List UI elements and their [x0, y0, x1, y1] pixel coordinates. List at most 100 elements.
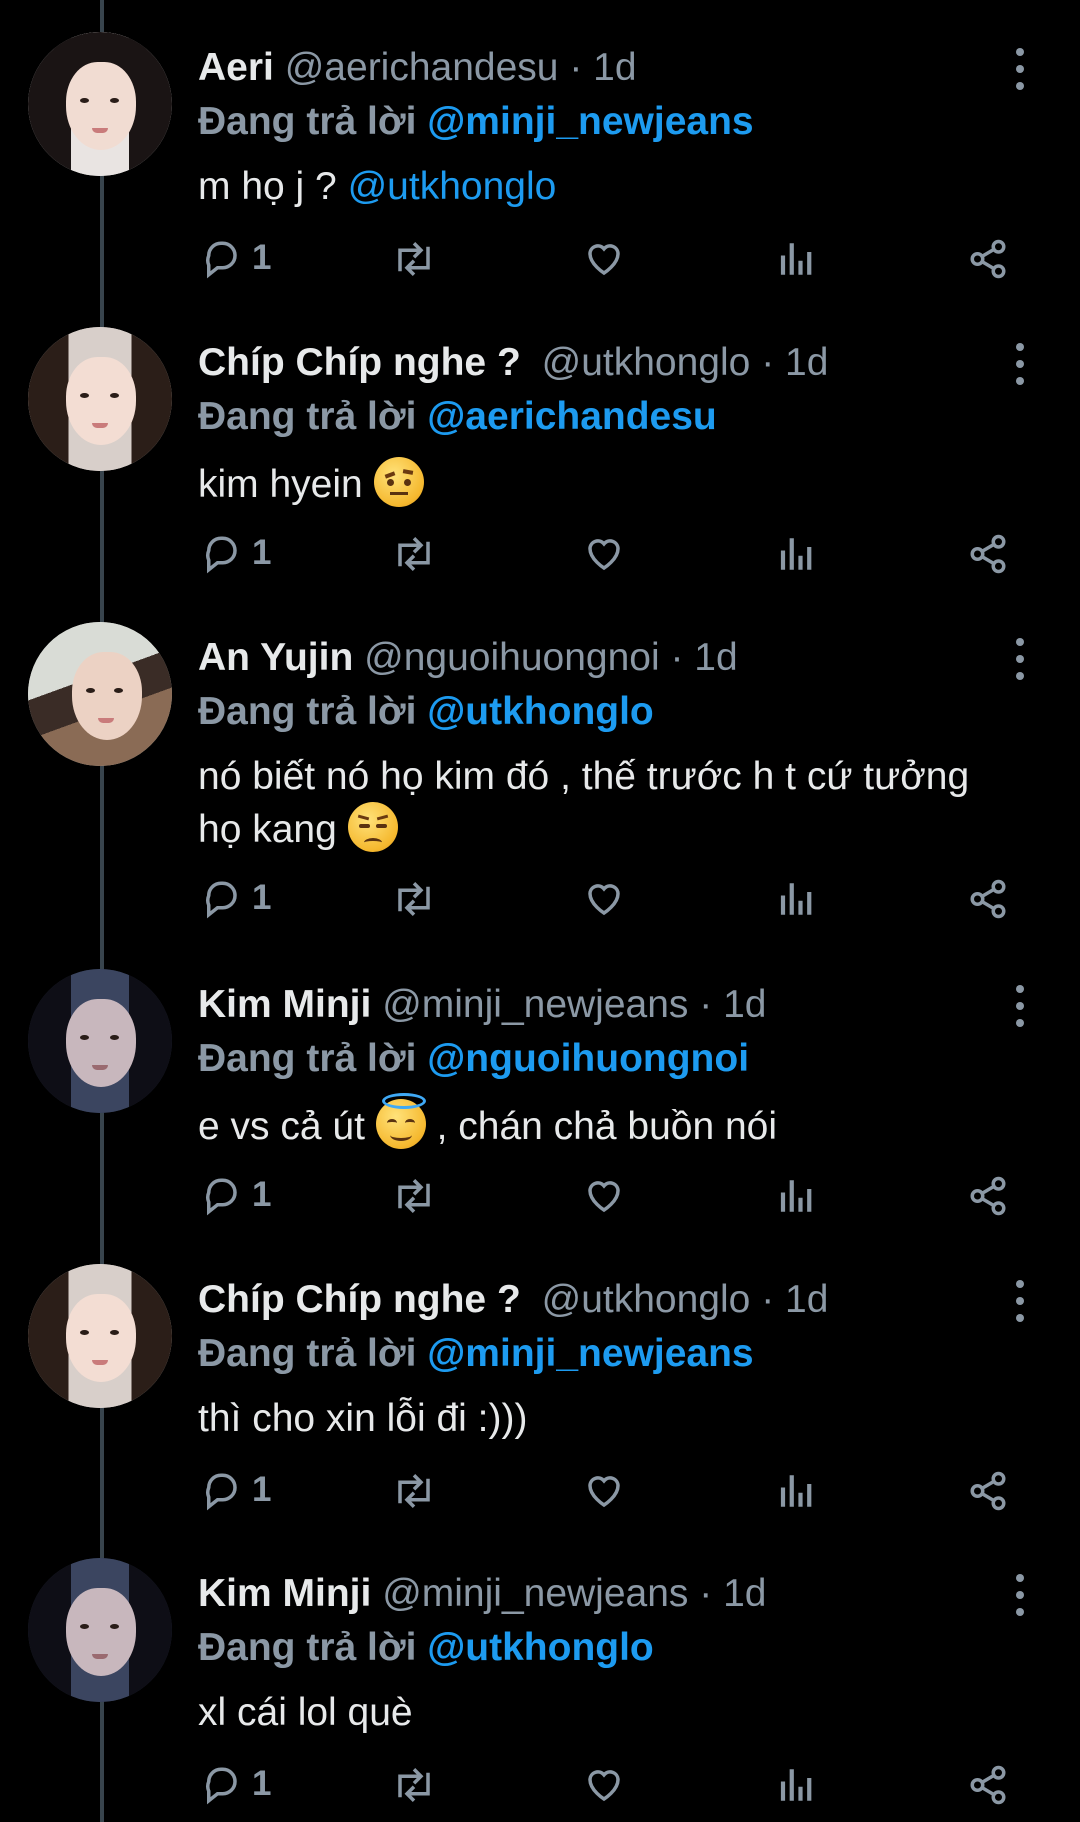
like-button[interactable]: [582, 529, 642, 579]
like-button[interactable]: [582, 874, 642, 924]
share-icon: [970, 534, 1006, 574]
retweet-button[interactable]: [390, 1171, 450, 1221]
tweet-item[interactable]: Chíp Chíp nghe ? @utkhonglo · 1d Đang tr…: [0, 311, 1080, 607]
tweet-item[interactable]: Kim Minji @minji_newjeans · 1d Đang trả …: [0, 953, 1080, 1249]
more-vertical-icon[interactable]: [1004, 634, 1034, 684]
tweet-text: thì cho xin lỗi đi :))): [198, 1394, 1048, 1444]
avatar[interactable]: [28, 327, 172, 471]
share-button[interactable]: [966, 529, 1026, 579]
avatar[interactable]: [28, 622, 172, 766]
tweet-header: Kim Minji @minji_newjeans · 1d: [198, 1572, 766, 1616]
display-name[interactable]: Aeri: [198, 46, 274, 89]
avatar[interactable]: [28, 1264, 172, 1408]
reply-icon: [206, 1178, 237, 1216]
reply-button[interactable]: 1: [200, 1760, 271, 1810]
tweet-text-body: xl cái lol què: [198, 1691, 413, 1734]
share-button[interactable]: [966, 1760, 1026, 1810]
retweet-button[interactable]: [390, 234, 450, 284]
replying-to-mention[interactable]: @aerichandesu: [427, 395, 716, 438]
retweet-button[interactable]: [390, 1760, 450, 1810]
handle-and-time: @utkhonglo · 1d: [541, 341, 829, 384]
retweet-button[interactable]: [390, 874, 450, 924]
retweet-icon: [398, 537, 430, 571]
views-button[interactable]: [776, 1171, 836, 1221]
share-icon: [970, 1176, 1006, 1216]
more-vertical-icon[interactable]: [1004, 339, 1034, 389]
share-button[interactable]: [966, 1171, 1026, 1221]
share-button[interactable]: [966, 234, 1026, 284]
tweet-text-body: m họ j ?: [198, 165, 348, 208]
replying-to-line: Đang trả lời @aerichandesu: [198, 395, 717, 439]
share-icon: [970, 1471, 1006, 1511]
share-button[interactable]: [966, 1466, 1026, 1516]
reply-button[interactable]: 1: [200, 234, 271, 284]
reply-button[interactable]: 1: [200, 1171, 271, 1221]
heart-icon: [588, 884, 620, 916]
avatar[interactable]: [28, 1558, 172, 1702]
replying-to-label: Đang trả lời: [198, 1626, 417, 1669]
tweet-actions: 1: [0, 1171, 1080, 1221]
replying-to-line: Đang trả lời @minji_newjeans: [198, 100, 754, 144]
more-vertical-icon[interactable]: [1004, 1276, 1034, 1326]
views-icon: [780, 1180, 812, 1212]
tweet-text: kim hyein: [198, 457, 1048, 510]
replying-to-mention[interactable]: @utkhonglo: [427, 690, 653, 733]
like-button[interactable]: [582, 1760, 642, 1810]
tweet-item[interactable]: Chíp Chíp nghe ? @utkhonglo · 1d Đang tr…: [0, 1248, 1080, 1544]
tweet-item[interactable]: Kim Minji @minji_newjeans · 1d Đang trả …: [0, 1542, 1080, 1822]
replying-to-mention[interactable]: @minji_newjeans: [427, 100, 753, 143]
avatar[interactable]: [28, 969, 172, 1113]
views-icon: [780, 883, 812, 915]
reply-button[interactable]: 1: [200, 529, 271, 579]
tweet-text-line: nó biết nó họ kim đó , thế trước h t cứ …: [198, 755, 970, 798]
share-icon: [970, 1765, 1006, 1805]
views-button[interactable]: [776, 874, 836, 924]
views-button[interactable]: [776, 1466, 836, 1516]
handle-and-time: @aerichandesu · 1d: [284, 46, 637, 89]
retweet-button[interactable]: [390, 529, 450, 579]
replying-to-mention[interactable]: @nguoihuongnoi: [427, 1037, 749, 1080]
display-name[interactable]: Kim Minji: [198, 1572, 371, 1615]
replying-to-mention[interactable]: @minji_newjeans: [427, 1332, 753, 1375]
avatar[interactable]: [28, 32, 172, 176]
display-name[interactable]: Kim Minji: [198, 983, 371, 1026]
handle-and-time: @utkhonglo · 1d: [541, 1278, 829, 1321]
tweet-header: An Yujin @nguoihuongnoi · 1d: [198, 636, 738, 680]
retweet-button[interactable]: [390, 1466, 450, 1516]
tweet-text: xl cái lol què: [198, 1688, 1048, 1738]
views-button[interactable]: [776, 234, 836, 284]
reply-button[interactable]: 1: [200, 1466, 271, 1516]
heart-icon: [588, 1181, 620, 1213]
tweet-actions: 1: [0, 1466, 1080, 1516]
replying-to-line: Đang trả lời @utkhonglo: [198, 690, 654, 734]
like-button[interactable]: [582, 1466, 642, 1516]
reply-count: 1: [252, 1470, 272, 1509]
reply-button[interactable]: 1: [200, 874, 271, 924]
retweet-icon: [398, 1179, 430, 1213]
tweet-mention[interactable]: @utkhonglo: [348, 165, 557, 208]
more-vertical-icon[interactable]: [1004, 1570, 1034, 1620]
replying-to-mention[interactable]: @utkhonglo: [427, 1626, 653, 1669]
reply-icon: [206, 536, 237, 574]
views-button[interactable]: [776, 529, 836, 579]
replying-to-label: Đang trả lời: [198, 690, 417, 733]
like-button[interactable]: [582, 234, 642, 284]
display-name[interactable]: An Yujin: [198, 636, 353, 679]
display-name[interactable]: Chíp Chíp nghe ?: [198, 1278, 521, 1321]
tweet-item[interactable]: An Yujin @nguoihuongnoi · 1d Đang trả lờ…: [0, 606, 1080, 952]
views-button[interactable]: [776, 1760, 836, 1810]
share-icon: [970, 879, 1006, 919]
unamused-emoji: [347, 802, 398, 852]
share-button[interactable]: [966, 874, 1026, 924]
replying-to-label: Đang trả lời: [198, 1332, 417, 1375]
display-name[interactable]: Chíp Chíp nghe ?: [198, 341, 521, 384]
tweet-header: Aeri @aerichandesu · 1d: [198, 46, 637, 90]
reply-count: 1: [252, 1175, 272, 1214]
tweet-actions: 1: [0, 1760, 1080, 1810]
like-button[interactable]: [582, 1171, 642, 1221]
tweet-item[interactable]: Aeri @aerichandesu · 1d Đang trả lời @mi…: [0, 16, 1080, 312]
share-icon: [970, 239, 1006, 279]
views-icon: [780, 1769, 812, 1801]
more-vertical-icon[interactable]: [1004, 44, 1034, 94]
more-vertical-icon[interactable]: [1004, 981, 1034, 1031]
